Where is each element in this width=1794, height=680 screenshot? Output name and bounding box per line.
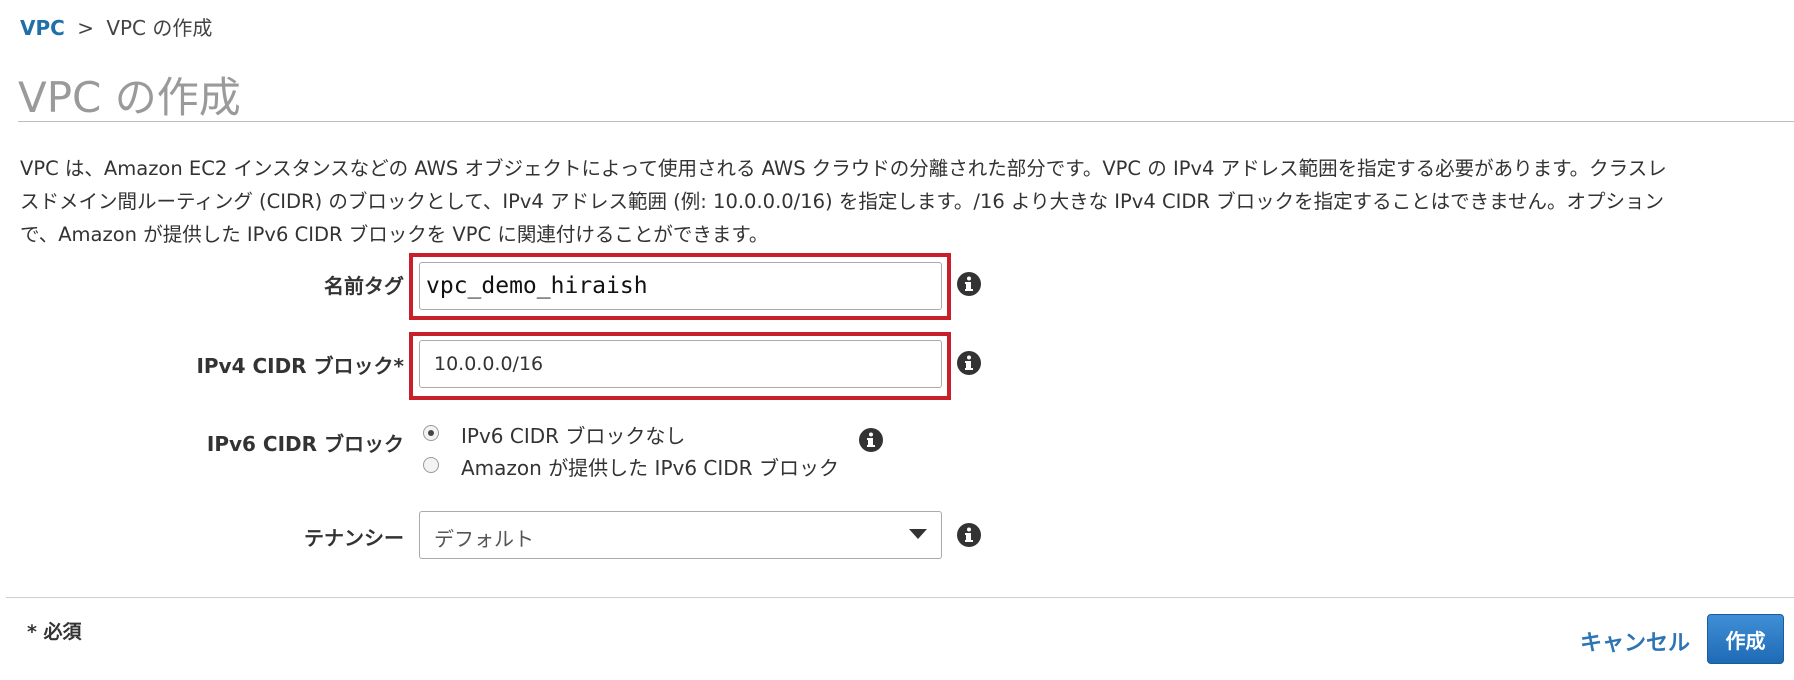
radio-button[interactable] [423, 457, 439, 473]
title-divider [18, 121, 1794, 122]
ipv4-cidr-label: IPv4 CIDR ブロック* [196, 354, 404, 378]
page-title: VPC の作成 [18, 73, 241, 122]
info-icon[interactable] [957, 272, 981, 296]
tenancy-select[interactable]: デフォルト [419, 511, 942, 559]
info-icon[interactable] [859, 428, 883, 452]
description-line: スドメイン間ルーティング (CIDR) のブロックとして、IPv4 アドレス範囲… [20, 190, 1664, 213]
breadcrumb-link-vpc[interactable]: VPC [20, 16, 65, 40]
name-tag-label: 名前タグ [324, 274, 404, 298]
ipv4-cidr-input[interactable] [419, 340, 942, 388]
radio-button-selected[interactable] [423, 425, 439, 441]
tenancy-select-value: デフォルト [434, 527, 534, 551]
description-line: で、Amazon が提供した IPv6 CIDR ブロックを VPC に関連付け… [20, 223, 769, 246]
radio-label: IPv6 CIDR ブロックなし [461, 424, 686, 448]
cancel-button[interactable]: キャンセル [1580, 625, 1690, 657]
create-button[interactable]: 作成 [1707, 614, 1784, 664]
info-icon[interactable] [957, 523, 981, 547]
footer-divider [6, 597, 1794, 598]
chevron-down-icon [909, 529, 927, 539]
ipv6-cidr-label: IPv6 CIDR ブロック [206, 432, 404, 456]
info-icon[interactable] [957, 351, 981, 375]
name-tag-input[interactable] [419, 262, 942, 310]
breadcrumb-current: VPC の作成 [106, 16, 213, 40]
required-note: * 必須 [27, 621, 82, 643]
description: VPC は、Amazon EC2 インスタンスなどの AWS オブジェクトによっ… [20, 152, 1790, 251]
tenancy-label: テナンシー [304, 526, 404, 550]
create-vpc-page: VPC > VPC の作成 VPC の作成 VPC は、Amazon EC2 イ… [0, 0, 1794, 680]
breadcrumb: VPC > VPC の作成 [20, 12, 212, 41]
description-line: VPC は、Amazon EC2 インスタンスなどの AWS オブジェクトによっ… [20, 157, 1667, 180]
breadcrumb-separator: > [77, 16, 94, 40]
radio-label: Amazon が提供した IPv6 CIDR ブロック [461, 456, 839, 480]
